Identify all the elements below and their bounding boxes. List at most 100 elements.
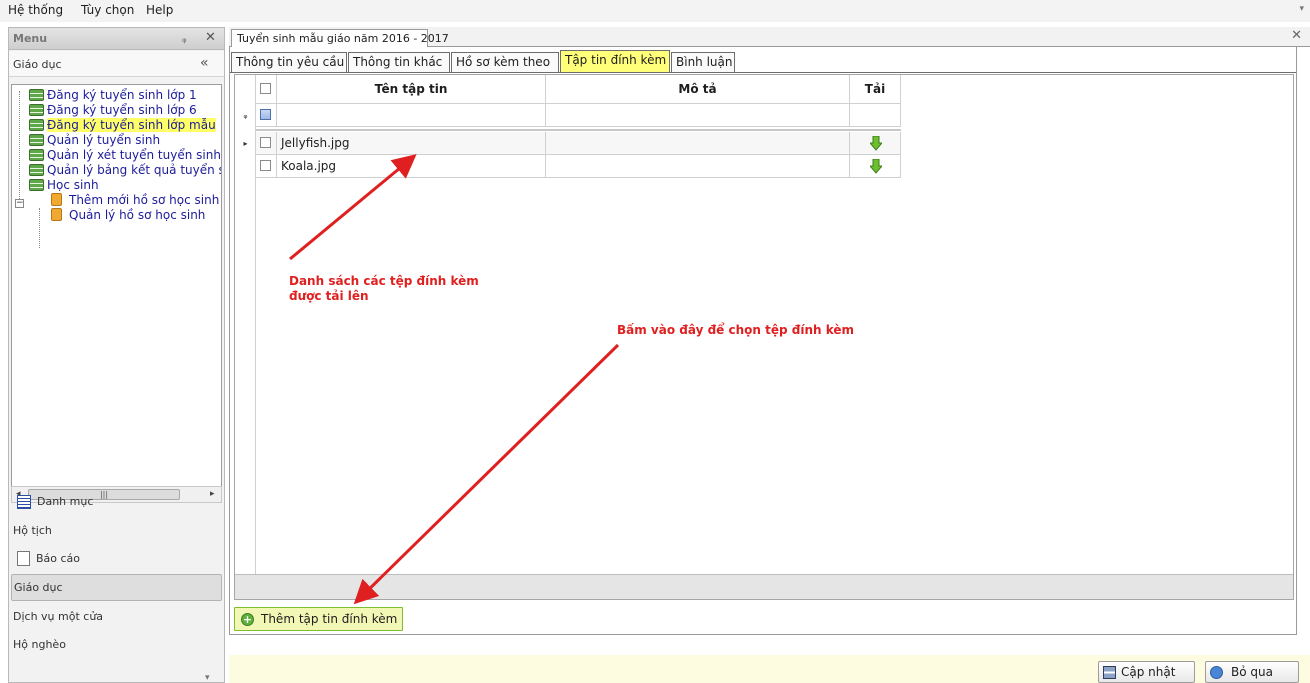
- grid-footer: [235, 574, 1293, 599]
- column-header-description[interactable]: Mô tả: [546, 75, 850, 104]
- annotation-list-note: Danh sách các tệp đính kèm được tải lên: [289, 274, 479, 304]
- menu-tuy-chon[interactable]: Tùy chọn: [81, 3, 134, 17]
- filter-row-icon: ᵩ: [243, 110, 248, 121]
- menubar-dropdown-icon[interactable]: ▾: [1299, 4, 1304, 14]
- group-title: Giáo dục: [13, 58, 62, 71]
- collapse-icon[interactable]: «: [200, 55, 209, 71]
- description-cell[interactable]: [546, 132, 850, 155]
- document-tab[interactable]: Tuyển sinh mẫu giáo năm 2016 - 2017: [231, 29, 449, 48]
- add-icon: +: [241, 612, 254, 626]
- tree-item[interactable]: Quản lý xét tuyển tuyển sinh: [21, 147, 221, 162]
- refresh-icon: [1210, 665, 1223, 679]
- select-all-checkbox[interactable]: [260, 83, 271, 94]
- row-checkbox[interactable]: [260, 160, 271, 171]
- pin-icon[interactable]: ᵩ: [182, 32, 187, 45]
- current-row-indicator-icon: ▸: [243, 139, 248, 148]
- description-cell[interactable]: [546, 155, 850, 178]
- nav-ho-tich[interactable]: Hộ tịch: [11, 517, 222, 544]
- annotation-click-note: Bấm vào đây để chọn tệp đính kèm: [617, 323, 855, 337]
- download-cell: [850, 155, 901, 178]
- report-icon: [17, 551, 30, 566]
- menu-help[interactable]: Help: [146, 3, 173, 17]
- table-row[interactable]: Jellyfish.jpg: [256, 132, 901, 155]
- tree-item[interactable]: Học sinh: [21, 177, 221, 192]
- add-attachment-label: Thêm tập tin đính kèm: [261, 612, 398, 626]
- cancel-button[interactable]: Bỏ qua: [1205, 661, 1299, 683]
- annotation-line: được tải lên: [289, 289, 369, 303]
- tree-item[interactable]: Thêm mới hồ sơ học sinh: [21, 192, 221, 207]
- nav-label: Giáo dục: [14, 581, 63, 594]
- tab-divider: [230, 72, 1296, 73]
- save-button[interactable]: Cập nhật: [1098, 661, 1195, 683]
- tree-item-label: Đăng ký tuyển sinh lớp 6: [47, 102, 197, 117]
- nav-label: Danh mục: [37, 495, 94, 508]
- nav-label: Hộ tịch: [13, 524, 52, 537]
- nav-label: Hộ nghèo: [13, 638, 66, 651]
- filter-description[interactable]: [546, 104, 850, 127]
- tab-binh-luan[interactable]: Bình luận: [671, 52, 735, 72]
- menu-he-thong[interactable]: Hệ thống: [8, 3, 63, 17]
- group-header[interactable]: Giáo dục «: [9, 51, 224, 77]
- nav-dich-vu-mot-cua[interactable]: Dịch vụ một cửa: [11, 603, 222, 630]
- tree-item[interactable]: Đăng ký tuyển sinh lớp 1: [21, 87, 221, 102]
- table-row[interactable]: Koala.jpg: [256, 155, 901, 178]
- tree-item-label: Quản lý hồ sơ học sinh: [69, 207, 206, 222]
- nav-bao-cao[interactable]: Báo cáo: [11, 545, 222, 572]
- save-label: Cập nhật: [1121, 665, 1176, 679]
- navigation-tree: Đăng ký tuyển sinh lớp 1 Đăng ký tuyển s…: [11, 84, 222, 487]
- header-select-cell: [256, 75, 277, 104]
- nav-danh-muc[interactable]: Danh mục: [11, 488, 222, 515]
- nav-label: Dịch vụ một cửa: [13, 610, 104, 623]
- tree-item[interactable]: Quản lý tuyển sinh: [21, 132, 221, 147]
- nav-giao-duc[interactable]: Giáo dục: [11, 574, 222, 601]
- annotation-line: Danh sách các tệp đính kèm: [289, 274, 479, 288]
- menu-header: Menu ᵩ ✕: [9, 28, 224, 50]
- list-icon: [29, 133, 44, 146]
- tree-item-label: Đăng ký tuyển sinh lớp 1: [47, 87, 197, 102]
- menu-title: Menu: [13, 32, 48, 45]
- tab-thong-tin-yeu-cau[interactable]: Thông tin yêu cầu: [231, 52, 347, 72]
- tree-item-selected[interactable]: Đăng ký tuyển sinh lớp mẫu: [21, 117, 221, 132]
- nav-label: Báo cáo: [36, 552, 81, 565]
- file-name-cell[interactable]: Koala.jpg: [277, 155, 546, 178]
- list-icon: [29, 88, 44, 101]
- tree-item-label: Đăng ký tuyển sinh lớp mẫu: [47, 117, 216, 132]
- file-name-cell[interactable]: Jellyfish.jpg: [277, 132, 546, 155]
- list-icon: [29, 103, 44, 116]
- add-attachment-button[interactable]: + Thêm tập tin đính kèm: [234, 607, 403, 631]
- chevron-down-icon[interactable]: ▾: [205, 673, 210, 683]
- list-icon: [29, 148, 44, 161]
- tree-item[interactable]: Quản lý hồ sơ học sinh: [21, 207, 221, 222]
- filter-checkbox[interactable]: [260, 109, 271, 120]
- document-icon: [51, 208, 62, 221]
- close-icon[interactable]: ✕: [205, 30, 216, 45]
- tree-item-label: Quản lý bảng kết quả tuyển s: [47, 162, 222, 177]
- nav-ho-ngheo[interactable]: Hộ nghèo: [11, 631, 222, 658]
- save-icon: [1103, 665, 1116, 679]
- filter-select-cell: [256, 104, 277, 127]
- left-menu-panel: Menu ᵩ ✕ Giáo dục « Đăng ký tuyển sinh l…: [8, 27, 225, 683]
- column-header-download[interactable]: Tải: [850, 75, 901, 104]
- tree-item-label: Quản lý tuyển sinh: [47, 132, 161, 147]
- list-icon: [29, 118, 44, 131]
- download-icon[interactable]: [870, 136, 882, 151]
- tab-ho-so-kem-theo[interactable]: Hồ sơ kèm theo: [451, 52, 559, 72]
- filter-download[interactable]: [850, 104, 901, 127]
- tree-item[interactable]: Đăng ký tuyển sinh lớp 6: [21, 102, 221, 117]
- tree-item-label: Thêm mới hồ sơ học sinh: [69, 192, 220, 207]
- column-header-file-name[interactable]: Tên tập tin: [277, 75, 546, 104]
- tree-expander-icon[interactable]: −: [15, 199, 24, 208]
- cancel-label: Bỏ qua: [1231, 665, 1273, 679]
- download-cell: [850, 132, 901, 155]
- tab-thong-tin-khac[interactable]: Thông tin khác: [348, 52, 450, 72]
- list-icon: [29, 178, 44, 191]
- filter-file-name[interactable]: [277, 104, 546, 127]
- download-icon[interactable]: [870, 159, 882, 174]
- close-icon[interactable]: ✕: [1291, 28, 1302, 43]
- menubar: Hệ thống Tùy chọn Help ▾: [0, 0, 1310, 22]
- tree-item[interactable]: Quản lý bảng kết quả tuyển s: [21, 162, 222, 177]
- document-tab-strip: Tuyển sinh mẫu giáo năm 2016 - 2017 ✕: [229, 27, 1310, 48]
- filter-separator: [256, 129, 901, 131]
- tab-tap-tin-dinh-kem[interactable]: Tập tin đính kèm: [560, 50, 670, 72]
- row-checkbox[interactable]: [260, 137, 271, 148]
